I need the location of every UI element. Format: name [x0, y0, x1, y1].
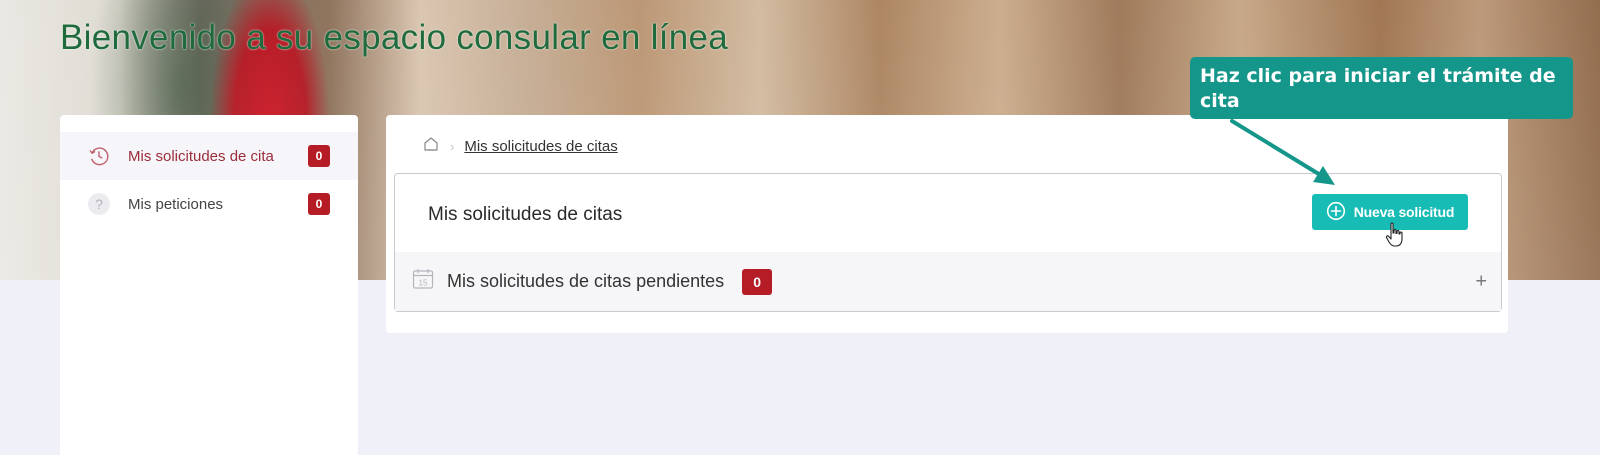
pending-requests-label: Mis solicitudes de citas pendientes — [447, 271, 725, 291]
plus-icon[interactable]: + — [1475, 270, 1487, 293]
svg-text:15: 15 — [419, 279, 428, 288]
pending-requests-row[interactable]: 15 Mis solicitudes de citas pendientes 0… — [395, 252, 1501, 311]
sidebar-item-label: Mis peticiones — [128, 195, 224, 213]
sidebar-item-petitions[interactable]: ? Mis peticiones 0 — [60, 180, 358, 228]
hand-cursor-icon — [1385, 222, 1405, 253]
card-title: Mis solicitudes de citas — [428, 204, 623, 225]
sidebar-item-label: Mis solicitudes de cita — [128, 147, 274, 165]
page-title: Bienvenido a su espacio consular en líne… — [60, 18, 729, 57]
count-badge: 0 — [308, 193, 330, 215]
appointments-card: Mis solicitudes de citas Nueva solicitud… — [394, 173, 1502, 312]
clock-history-icon — [88, 145, 110, 167]
question-circle-icon: ? — [88, 193, 110, 215]
sidebar: Mis solicitudes de cita 0 ? Mis peticion… — [60, 115, 358, 455]
main-panel: › Mis solicitudes de citas Mis solicitud… — [386, 115, 1508, 333]
count-badge: 0 — [308, 145, 330, 167]
breadcrumb-current[interactable]: Mis solicitudes de citas — [464, 138, 617, 155]
new-request-label: Nueva solicitud — [1353, 204, 1455, 220]
sidebar-item-appointment-requests[interactable]: Mis solicitudes de cita 0 — [60, 132, 358, 180]
calendar-icon: 15 — [411, 267, 435, 296]
svg-text:?: ? — [95, 196, 103, 212]
breadcrumb-separator: › — [450, 138, 455, 154]
breadcrumb: › Mis solicitudes de citas — [422, 135, 618, 157]
tutorial-callout: Haz clic para iniciar el trámite de cita — [1190, 57, 1573, 119]
pending-count-badge: 0 — [742, 268, 773, 295]
home-icon[interactable] — [422, 135, 440, 157]
plus-circle-icon — [1326, 201, 1346, 224]
